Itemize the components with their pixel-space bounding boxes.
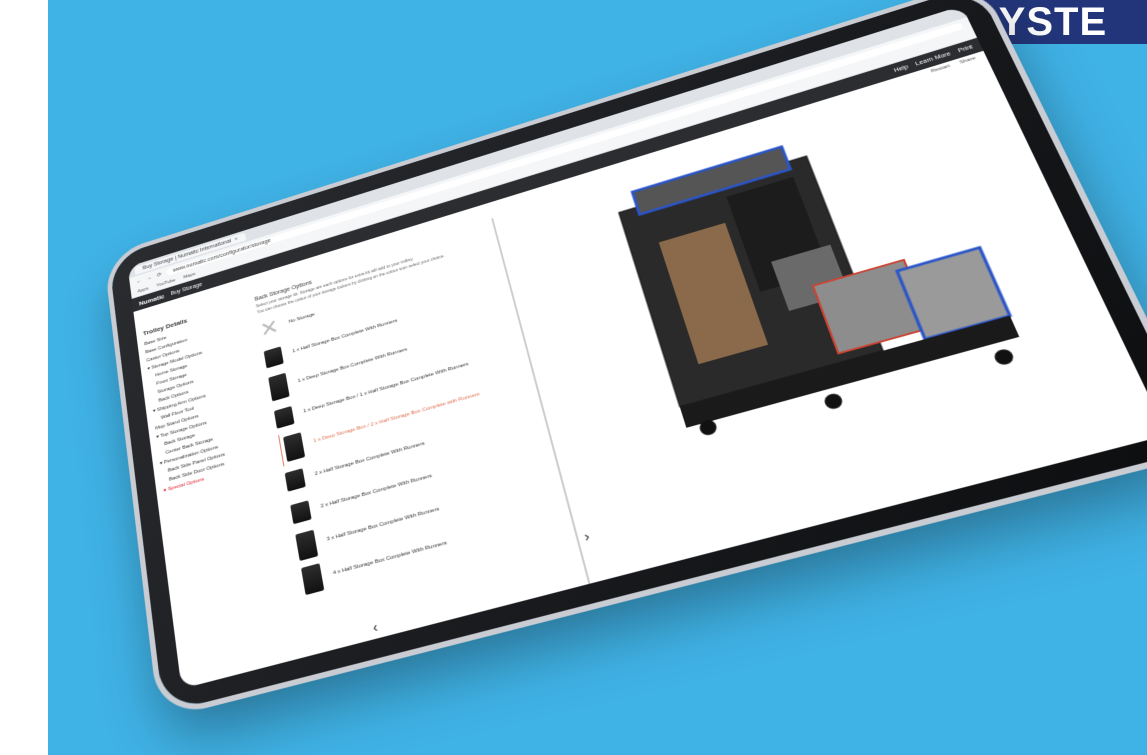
header-link-print[interactable]: Print [957, 44, 974, 53]
scroll-right-arrow[interactable]: › [582, 528, 591, 544]
storage-box-thumbnail [263, 346, 284, 369]
forward-icon[interactable]: → [146, 275, 152, 282]
storage-box-thumbnail [273, 405, 295, 429]
storage-box-thumbnail [290, 500, 312, 525]
scroll-left-arrow[interactable]: ‹ [371, 619, 378, 635]
tab-close-icon[interactable]: × [234, 236, 238, 242]
storage-option-label: No Storage [288, 312, 316, 325]
no-storage-icon: ✕ [258, 313, 281, 343]
share-button[interactable]: Share [959, 56, 977, 65]
header-link-help[interactable]: Help [893, 64, 909, 73]
tablet-screen: Buy Storage | Numatic International × ← … [127, 5, 1147, 689]
tablet-device: Buy Storage | Numatic International × ← … [108, 0, 1147, 713]
storage-box-thumbnail [301, 563, 325, 596]
restart-button[interactable]: Restart [930, 64, 951, 74]
device-stage: Buy Storage | Numatic International × ← … [0, 0, 1147, 755]
storage-box-thumbnail [295, 529, 319, 562]
reload-icon[interactable]: ⟳ [157, 271, 162, 278]
storage-box-thumbnail [284, 468, 306, 492]
storage-box-thumbnail [268, 372, 290, 402]
nav-list: Base Size Base Configuration Castor Option… [144, 311, 269, 496]
back-icon[interactable]: ← [136, 278, 142, 285]
storage-box-thumbnail [283, 432, 306, 462]
